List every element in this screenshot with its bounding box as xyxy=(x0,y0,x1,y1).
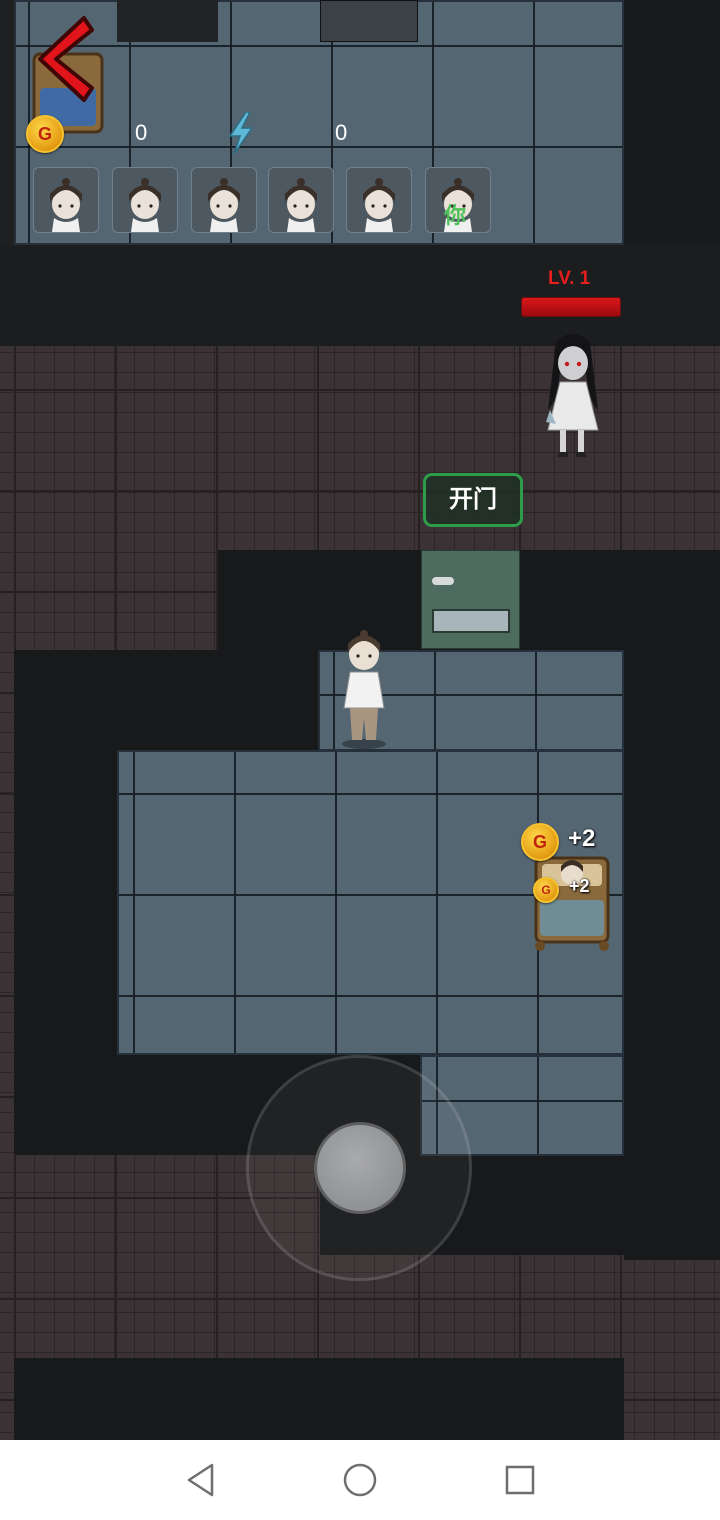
door-window xyxy=(432,609,510,633)
player-avatar-icon xyxy=(208,178,240,232)
energy-count: 0 xyxy=(335,120,348,145)
player-character xyxy=(342,630,386,749)
gold-coin-icon: G xyxy=(26,115,64,153)
enemy-hp-fill xyxy=(522,298,620,316)
bed-coin-small-icon: G xyxy=(533,877,559,903)
player-avatar-icon xyxy=(363,178,395,232)
player-avatar-icon xyxy=(50,178,82,232)
square-recents-icon[interactable] xyxy=(503,1462,537,1498)
triangle-back-icon[interactable] xyxy=(184,1462,218,1498)
player-avatar-icon xyxy=(285,178,317,232)
player-slot-2[interactable] xyxy=(112,167,178,233)
top-dark-block xyxy=(117,0,218,42)
gold-count: 0 xyxy=(135,120,148,145)
door[interactable] xyxy=(421,550,520,649)
player-slot-6[interactable]: 你 xyxy=(425,167,491,233)
player-slot-3[interactable] xyxy=(191,167,257,233)
bed-reward-text: +2 xyxy=(568,825,596,852)
enemy-hp-bar xyxy=(521,297,621,317)
corridor-wall xyxy=(0,245,720,346)
room-wall-right xyxy=(624,550,720,1260)
enemy-level-label: LV. 1 xyxy=(548,268,591,289)
system-nav-bar xyxy=(0,1440,720,1520)
bed-reward-small-text: +2 xyxy=(569,876,590,896)
player-slot-5[interactable] xyxy=(346,167,412,233)
joystick-knob[interactable] xyxy=(314,1122,406,1214)
top-door-fragment xyxy=(320,0,418,42)
player-avatar-icon xyxy=(129,178,161,232)
back-arrow-icon[interactable] xyxy=(26,12,96,107)
ghost-enemy xyxy=(546,334,599,457)
bottom-wall xyxy=(14,1358,624,1440)
room-wall-top-inner xyxy=(118,650,318,750)
self-tag: 你 xyxy=(444,203,467,228)
door-handle xyxy=(432,577,454,585)
player-slot-1[interactable] xyxy=(33,167,99,233)
player-slot-4[interactable] xyxy=(268,167,334,233)
circle-home-icon[interactable] xyxy=(342,1462,378,1498)
lightning-icon xyxy=(228,112,254,154)
open-door-button[interactable]: 开门 xyxy=(423,473,523,527)
bed-coin-icon: G xyxy=(521,823,559,861)
